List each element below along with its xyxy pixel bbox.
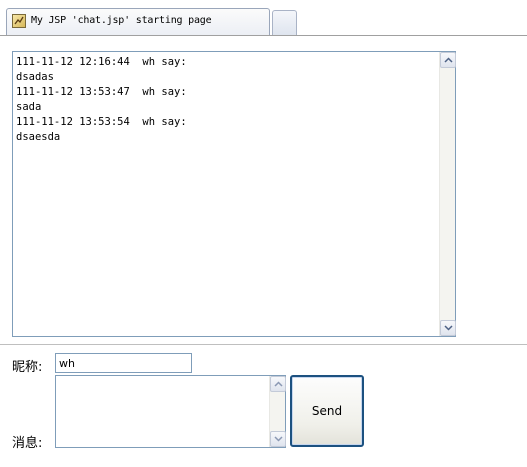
tab-chat-page[interactable]: My JSP 'chat.jsp' starting page — [6, 8, 270, 35]
tab-title: My JSP 'chat.jsp' starting page — [31, 15, 212, 26]
message-scroll-down-button[interactable] — [270, 431, 286, 447]
chat-log-line: 111-11-12 13:53:54 wh say: — [16, 116, 187, 128]
new-tab-button[interactable] — [272, 10, 297, 35]
nickname-input[interactable] — [55, 353, 192, 373]
message-text — [58, 378, 267, 445]
nickname-label: 昵称: — [12, 360, 43, 375]
message-textarea[interactable] — [55, 375, 286, 448]
message-label: 消息: — [12, 436, 43, 451]
chat-log-line: 111-11-12 12:16:44 wh say: — [16, 56, 187, 68]
chat-log-text: 111-11-12 12:16:44 wh say: dsadas 111-11-1… — [16, 55, 437, 334]
chat-log-area[interactable]: 111-11-12 12:16:44 wh say: dsadas 111-11-1… — [12, 51, 456, 337]
chat-log-line: sada — [16, 101, 42, 113]
send-button[interactable]: Send — [290, 375, 364, 447]
tab-strip: My JSP 'chat.jsp' starting page — [0, 0, 527, 36]
chat-log-line: dsadas — [16, 71, 54, 83]
chat-log-line: dsaesda — [16, 131, 61, 143]
message-scrollbar[interactable] — [269, 376, 286, 447]
scroll-down-button[interactable] — [440, 320, 456, 336]
page-icon — [12, 14, 26, 28]
message-scroll-up-button[interactable] — [270, 376, 286, 392]
section-divider — [0, 344, 527, 345]
browser-window: My JSP 'chat.jsp' starting page 111-11-1… — [0, 0, 527, 467]
chat-log-line: 111-11-12 13:53:47 wh say: — [16, 86, 187, 98]
scroll-up-button[interactable] — [440, 52, 456, 68]
chat-log-scrollbar[interactable] — [439, 52, 456, 336]
